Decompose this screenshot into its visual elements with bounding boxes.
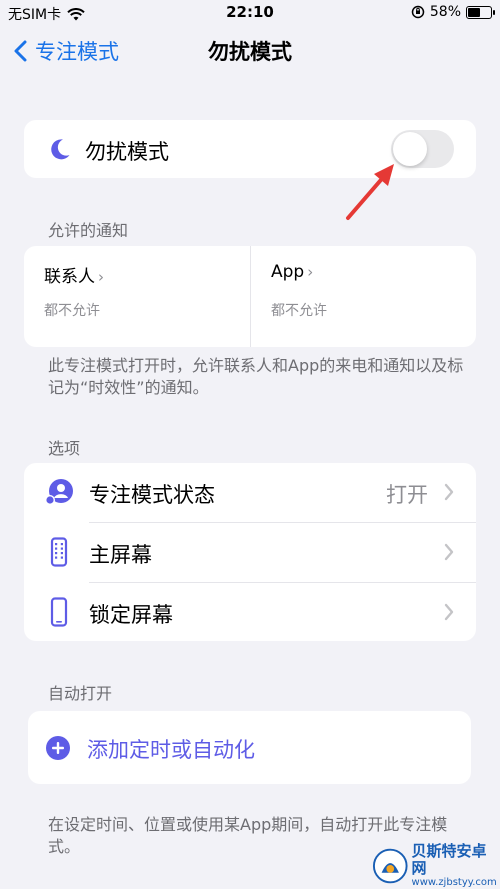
moon-icon <box>51 139 70 160</box>
plus-circle-icon <box>46 736 70 760</box>
option-label: 锁定屏幕 <box>89 603 173 627</box>
chevron-right-icon: › <box>98 268 104 286</box>
automation-header: 自动打开 <box>48 684 113 703</box>
orientation-lock-icon <box>411 5 425 19</box>
nav-bar: 专注模式 勿扰模式 <box>0 26 500 76</box>
watermark-logo-icon <box>372 848 408 884</box>
chevron-right-icon <box>444 483 454 501</box>
battery-percent: 58% <box>429 4 461 20</box>
dnd-toggle[interactable] <box>391 130 454 168</box>
allowed-people[interactable]: 联系人 › 都不允许 <box>24 246 250 347</box>
status-bar: 无SIM卡 22:10 58% <box>0 0 500 26</box>
focus-status-icon <box>45 479 73 505</box>
annotation-arrow-icon <box>346 164 394 220</box>
chevron-left-icon <box>14 40 27 62</box>
option-label: 主屏幕 <box>89 543 152 567</box>
option-home-screen[interactable]: 主屏幕 <box>24 523 476 582</box>
watermark-name: 贝斯特安卓网 <box>411 842 487 877</box>
watermark-url: www.zjbstyy.com <box>411 877 497 888</box>
option-lock-screen[interactable]: 锁定屏幕 <box>24 583 476 642</box>
chevron-right-icon <box>444 543 454 561</box>
people-subtitle: 都不允许 <box>44 303 100 319</box>
battery-icon <box>466 5 495 19</box>
automation-card: 添加定时或自动化 <box>28 711 471 784</box>
options-header: 选项 <box>48 439 81 458</box>
option-focus-status[interactable]: 专注模式状态 打开 <box>24 463 476 522</box>
home-screen-icon <box>50 537 68 567</box>
dnd-card: 勿扰模式 <box>24 120 476 178</box>
lock-screen-icon <box>50 597 68 627</box>
allowed-card: 联系人 › 都不允许 App › 都不允许 <box>24 246 476 347</box>
chevron-right-icon: › <box>307 263 314 281</box>
options-card: 专注模式状态 打开 主屏幕 锁定屏幕 <box>24 463 476 641</box>
apps-subtitle: 都不允许 <box>271 303 327 319</box>
apps-title: App › <box>271 262 314 282</box>
add-automation-button[interactable]: 添加定时或自动化 <box>87 734 255 764</box>
watermark: 贝斯特安卓网 www.zjbstyy.com <box>372 843 498 888</box>
back-button[interactable]: 专注模式 <box>14 36 119 66</box>
chevron-right-icon <box>444 603 454 621</box>
allowed-apps[interactable]: App › 都不允许 <box>250 246 476 347</box>
allowed-footnote: 此专注模式打开时，允许联系人和App的来电和通知以及标记为“时效性”的通知。 <box>48 356 464 397</box>
option-label: 专注模式状态 <box>89 483 215 507</box>
back-label: 专注模式 <box>35 40 119 64</box>
watermark-text: 贝斯特安卓网 www.zjbstyy.com <box>412 843 498 889</box>
option-value: 打开 <box>386 483 428 507</box>
allowed-header: 允许的通知 <box>48 221 129 240</box>
dnd-label: 勿扰模式 <box>85 140 169 164</box>
people-title: 联系人 › <box>44 267 104 287</box>
status-right: 58% <box>411 4 495 20</box>
